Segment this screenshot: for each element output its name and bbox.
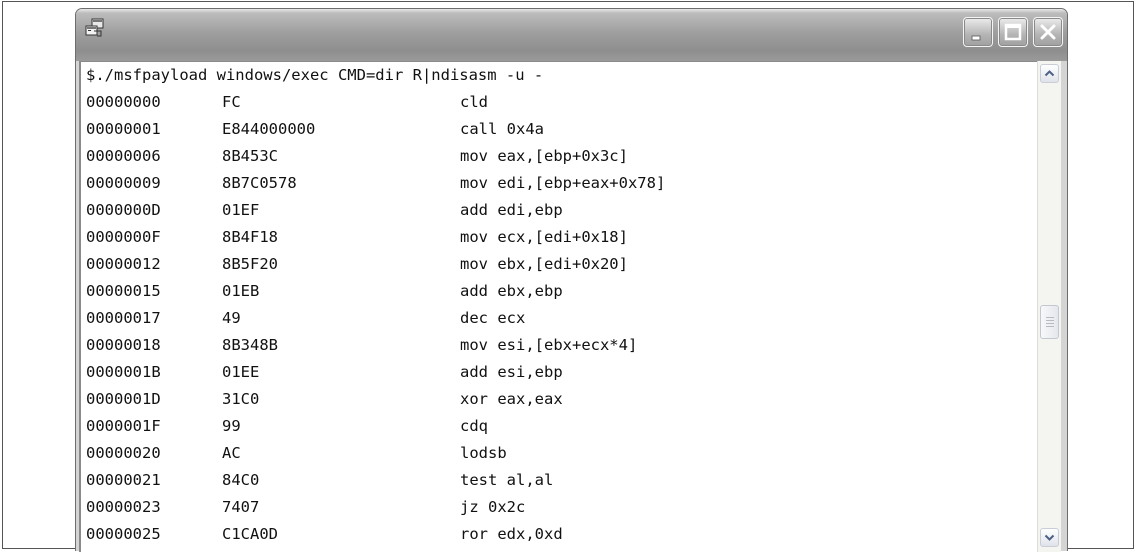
- instruction-cell: mov esi,[ebx+ecx*4]: [460, 336, 638, 354]
- close-button[interactable]: [1033, 17, 1063, 47]
- address-cell: 0000000F: [86, 228, 161, 246]
- address-cell: 00000006: [86, 147, 161, 165]
- instruction-cell: call 0x4a: [460, 120, 544, 138]
- address-cell: 0000001D: [86, 390, 161, 408]
- opcode-hex-cell: 8B7C0578: [222, 174, 297, 192]
- maximize-button[interactable]: [998, 17, 1028, 47]
- opcode-hex-cell: C1CA0D: [222, 525, 278, 543]
- opcode-hex-cell: FC: [222, 93, 241, 111]
- address-cell: 0000001B: [86, 363, 161, 381]
- address-cell: 00000023: [86, 498, 161, 516]
- opcode-hex-cell: 31C0: [222, 390, 260, 408]
- instruction-cell: jz 0x2c: [460, 498, 526, 516]
- instruction-cell: ror edx,0xd: [460, 525, 563, 543]
- address-cell: 00000021: [86, 471, 161, 489]
- instruction-cell: mov eax,[ebp+0x3c]: [460, 147, 628, 165]
- instruction-cell: add esi,ebp: [460, 363, 563, 381]
- title-bar[interactable]: [76, 9, 1067, 61]
- instruction-cell: lodsb: [460, 444, 507, 462]
- scroll-up-arrow-icon: [1044, 70, 1055, 77]
- opcode-hex-cell: 49: [222, 309, 241, 327]
- opcode-hex-cell: 01EE: [222, 363, 260, 381]
- console-output[interactable]: $./msfpayload windows/exec CMD=dir R|ndi…: [79, 61, 1037, 552]
- address-cell: 00000000: [86, 93, 161, 111]
- opcode-hex-cell: 8B348B: [222, 336, 278, 354]
- address-cell: 0000000D: [86, 201, 161, 219]
- instruction-cell: mov edi,[ebp+eax+0x78]: [460, 174, 666, 192]
- opcode-hex-cell: 8B453C: [222, 147, 278, 165]
- opcode-hex-cell: E844000000: [222, 120, 316, 138]
- address-cell: 00000020: [86, 444, 161, 462]
- instruction-cell: mov ecx,[edi+0x18]: [460, 228, 628, 246]
- console-window-icon[interactable]: [84, 17, 106, 39]
- opcode-hex-cell: 01EB: [222, 282, 260, 300]
- instruction-cell: cdq: [460, 417, 488, 435]
- address-cell: 00000018: [86, 336, 161, 354]
- close-icon: [1040, 24, 1056, 40]
- address-cell: 00000017: [86, 309, 161, 327]
- scroll-down-button[interactable]: [1040, 528, 1059, 547]
- address-cell: 00000012: [86, 255, 161, 273]
- instruction-cell: mov ebx,[edi+0x20]: [460, 255, 628, 273]
- scroll-down-arrow-icon: [1044, 534, 1055, 541]
- address-cell: 00000001: [86, 120, 161, 138]
- vertical-scrollbar[interactable]: [1037, 61, 1061, 552]
- console-window: $./msfpayload windows/exec CMD=dir R|ndi…: [75, 8, 1068, 552]
- maximize-icon: [1004, 23, 1022, 41]
- opcode-hex-cell: 99: [222, 417, 241, 435]
- instruction-cell: dec ecx: [460, 309, 526, 327]
- address-cell: 0000001F: [86, 417, 161, 435]
- opcode-hex-cell: 7407: [222, 498, 260, 516]
- instruction-cell: xor eax,eax: [460, 390, 563, 408]
- minimize-button[interactable]: [963, 17, 993, 47]
- opcode-hex-cell: 8B4F18: [222, 228, 278, 246]
- instruction-cell: add ebx,ebp: [460, 282, 563, 300]
- instruction-cell: cld: [460, 93, 488, 111]
- opcode-hex-cell: 84C0: [222, 471, 260, 489]
- address-cell: 00000015: [86, 282, 161, 300]
- opcode-hex-cell: AC: [222, 444, 241, 462]
- scroll-thumb[interactable]: [1040, 305, 1059, 339]
- scroll-up-button[interactable]: [1040, 64, 1059, 83]
- command-line: $./msfpayload windows/exec CMD=dir R|ndi…: [86, 66, 544, 84]
- opcode-hex-cell: 01EF: [222, 201, 260, 219]
- minimize-icon: [971, 35, 981, 41]
- address-cell: 00000009: [86, 174, 161, 192]
- address-cell: 00000025: [86, 525, 161, 543]
- instruction-cell: test al,al: [460, 471, 554, 489]
- instruction-cell: add edi,ebp: [460, 201, 563, 219]
- opcode-hex-cell: 8B5F20: [222, 255, 278, 273]
